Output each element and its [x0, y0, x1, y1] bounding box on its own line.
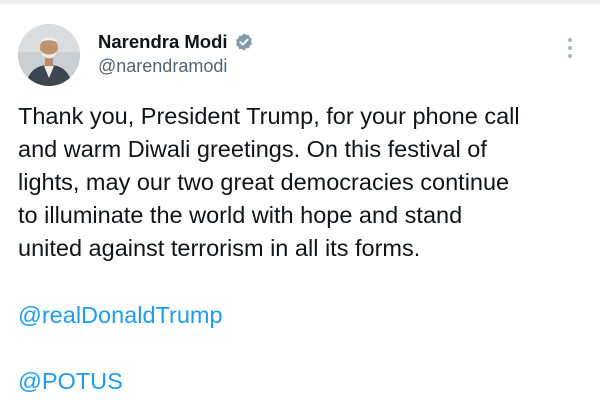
avatar[interactable]: [18, 24, 80, 86]
tweet-text-line: lights, may our two great democracies co…: [18, 169, 510, 195]
tweet-text-line: to illuminate the world with hope and st…: [18, 202, 463, 228]
tweet-text-line: united against terrorism in all its form…: [18, 235, 421, 261]
more-options-icon[interactable]: [560, 34, 580, 62]
mention-link-potus[interactable]: @POTUS: [18, 368, 123, 395]
author-name-row: Narendra Modi: [98, 30, 254, 54]
tweet-text-line: and warm Diwali greetings. On this festi…: [18, 136, 487, 162]
tweet-text: Thank you, President Trump, for your pho…: [18, 100, 588, 265]
tweet-text-line: Thank you, President Trump, for your pho…: [18, 103, 520, 129]
profile-photo-icon: [18, 24, 80, 86]
author-display-name[interactable]: Narendra Modi: [98, 31, 228, 53]
verified-badge-icon: [234, 32, 254, 52]
tweet-card: Narendra Modi @narendramodi Thank you, P…: [0, 0, 600, 400]
mention-link-realdonaldtrump[interactable]: @realDonaldTrump: [18, 302, 223, 329]
author-handle[interactable]: @narendramodi: [98, 56, 227, 77]
